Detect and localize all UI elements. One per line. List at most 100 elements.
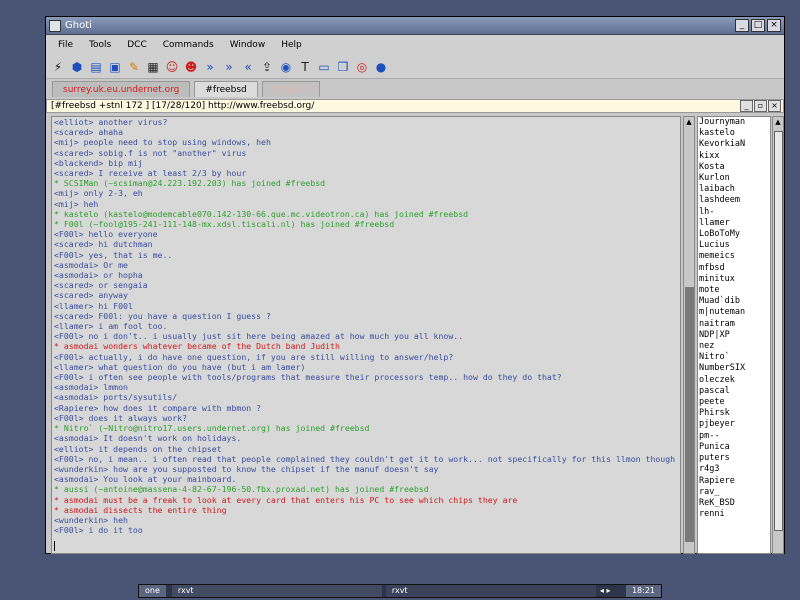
chat-line: <elliot> another virus? xyxy=(54,117,168,127)
menu-file[interactable]: File xyxy=(52,40,83,50)
tab-2[interactable]: #mp3dl xyxy=(261,81,320,97)
menu-dcc[interactable]: DCC xyxy=(121,40,157,50)
nick-item[interactable]: pm-- xyxy=(698,431,770,442)
nick-item[interactable]: Kosta xyxy=(698,162,770,173)
upload-icon[interactable]: ⇪ xyxy=(259,59,275,75)
nick-scroll-up-icon[interactable]: ▲ xyxy=(773,117,783,127)
bsd-devil-icon[interactable]: ☺ xyxy=(164,59,180,75)
taskbar: one rxvt rxvt ◂ ▸ 18:21 xyxy=(138,584,662,598)
chat-line: <llamer> i am fool too. xyxy=(54,321,168,332)
nick-item[interactable]: NumberSIX xyxy=(698,363,770,374)
input-cursor xyxy=(54,541,55,551)
nick-item[interactable]: mfbsd xyxy=(698,263,770,274)
topic-bar: [#freebsd +stnl 172 ] [17/28/120] http:/… xyxy=(46,99,784,113)
chat-line: <asmodai> ports/sysutils/ xyxy=(54,392,178,403)
back-icon[interactable]: « xyxy=(240,59,256,75)
calendar-icon[interactable]: ▦ xyxy=(145,59,161,75)
tray-arrows-icon[interactable]: ◂ ▸ xyxy=(596,585,615,597)
bsd-daemon-icon[interactable]: ☻ xyxy=(183,59,199,75)
nick-item[interactable]: Muad`dib xyxy=(698,296,770,307)
nick-item[interactable]: renni xyxy=(698,509,770,520)
nick-item[interactable]: nez xyxy=(698,341,770,352)
window-menu-icon[interactable] xyxy=(49,19,61,32)
chat-line: * kastelo (kastelo@modemcable070.142-130… xyxy=(54,208,469,219)
chat-scrollbar[interactable]: ▲ xyxy=(683,116,695,554)
nick-item[interactable]: lh- xyxy=(698,207,770,218)
chat-line: * asmodai wonders whatever became of the… xyxy=(54,341,340,352)
nick-item[interactable]: Rapiere xyxy=(698,476,770,487)
nick-item[interactable]: Lucius xyxy=(698,240,770,251)
nick-scrollbar[interactable]: ▲ xyxy=(772,116,784,554)
nick-item[interactable]: puters xyxy=(698,453,770,464)
forward-icon[interactable]: » xyxy=(221,59,237,75)
menu-commands[interactable]: Commands xyxy=(157,40,224,50)
nick-item[interactable]: LoBoToMy xyxy=(698,229,770,240)
nick-item[interactable]: r4g3 xyxy=(698,464,770,475)
menu-tools[interactable]: Tools xyxy=(83,40,121,50)
chat-scroll-thumb[interactable] xyxy=(685,287,694,542)
nick-item[interactable]: m|nuteman xyxy=(698,307,770,318)
title-bar[interactable]: Ghoti _ □ × xyxy=(46,17,784,35)
nick-item[interactable]: rav_ xyxy=(698,487,770,498)
book-icon[interactable]: ▣ xyxy=(107,59,123,75)
connect-icon[interactable]: ⚡ xyxy=(50,59,66,75)
nick-item[interactable]: pascal xyxy=(698,386,770,397)
chat-line: <mij> people need to stop using windows,… xyxy=(54,137,271,148)
help-icon[interactable]: ◎ xyxy=(354,59,370,75)
scroll-up-icon[interactable]: ▲ xyxy=(684,117,694,127)
chat-line: <llamer> what question do you have (but … xyxy=(54,361,306,372)
nick-item[interactable]: Journyman xyxy=(698,117,770,128)
nick-item[interactable]: pjbeyer xyxy=(698,419,770,430)
nick-item[interactable]: kixx xyxy=(698,151,770,162)
chat-line: <mij> only 2-3, eh xyxy=(54,188,143,199)
nick-scroll-thumb[interactable] xyxy=(774,131,783,531)
globe-icon[interactable]: ◉ xyxy=(278,59,294,75)
chat-line: <Rapiere> how does it compare with mbmon… xyxy=(54,402,262,413)
taskbar-window-2[interactable]: rxvt xyxy=(385,585,596,597)
tab-1[interactable]: #freebsd xyxy=(194,81,258,97)
arrow-right-icon[interactable]: » xyxy=(202,59,218,75)
nick-item[interactable]: ReK_BSD xyxy=(698,498,770,509)
windows-icon[interactable]: ❐ xyxy=(335,59,351,75)
chat-line: <F00l> does it always work? xyxy=(54,412,188,423)
server-icon[interactable]: ⬢ xyxy=(69,59,85,75)
nick-item[interactable]: Punica xyxy=(698,442,770,453)
nick-item[interactable]: KevorkiaN xyxy=(698,139,770,150)
maximize-channel-button[interactable]: ▫ xyxy=(754,100,767,112)
workspace-button[interactable]: one xyxy=(139,585,166,597)
menu-help[interactable]: Help xyxy=(275,40,312,50)
chat-line: <F00l> no i don't.. i usually just sit h… xyxy=(54,331,464,342)
menu-window[interactable]: Window xyxy=(224,40,276,50)
nick-item[interactable]: NDP|XP xyxy=(698,330,770,341)
nick-item[interactable]: Kurlon xyxy=(698,173,770,184)
nick-item[interactable]: llamer xyxy=(698,218,770,229)
font-icon[interactable]: T xyxy=(297,59,313,75)
nick-item[interactable]: oleczek xyxy=(698,375,770,386)
nick-item[interactable]: peete xyxy=(698,397,770,408)
nick-item[interactable]: lashdeem xyxy=(698,195,770,206)
nick-item[interactable]: Nitro` xyxy=(698,352,770,363)
nick-item[interactable]: mote xyxy=(698,285,770,296)
maximize-button[interactable]: □ xyxy=(751,19,765,32)
close-button[interactable]: × xyxy=(767,19,781,32)
nick-item[interactable]: laibach xyxy=(698,184,770,195)
info-icon[interactable]: ● xyxy=(373,59,389,75)
folder-icon[interactable]: ▤ xyxy=(88,59,104,75)
close-channel-button[interactable]: × xyxy=(768,100,781,112)
taskbar-window-1[interactable]: rxvt xyxy=(171,585,382,597)
list-icon[interactable]: ▭ xyxy=(316,59,332,75)
chat-log[interactable]: <elliot> another virus? <scared> ahaha <mi… xyxy=(51,116,681,554)
minimize-channel-button[interactable]: _ xyxy=(740,100,753,112)
nick-item[interactable]: memeics xyxy=(698,251,770,262)
nick-item[interactable]: kastelo xyxy=(698,128,770,139)
nick-item[interactable]: naitram xyxy=(698,319,770,330)
minimize-button[interactable]: _ xyxy=(735,19,749,32)
chat-line: * asmodai dissects the entire thing xyxy=(54,504,227,515)
nick-item[interactable]: Phirsk xyxy=(698,408,770,419)
notes-icon[interactable]: ✎ xyxy=(126,59,142,75)
chat-line: <scared> or sengaia xyxy=(54,280,148,291)
tab-0[interactable]: surrey.uk.eu.undernet.org xyxy=(52,81,191,97)
channel-tabs: surrey.uk.eu.undernet.org #freebsd #mp3dl xyxy=(46,79,784,97)
nick-item[interactable]: minitux xyxy=(698,274,770,285)
menu-bar: File Tools DCC Commands Window Help xyxy=(46,35,784,55)
